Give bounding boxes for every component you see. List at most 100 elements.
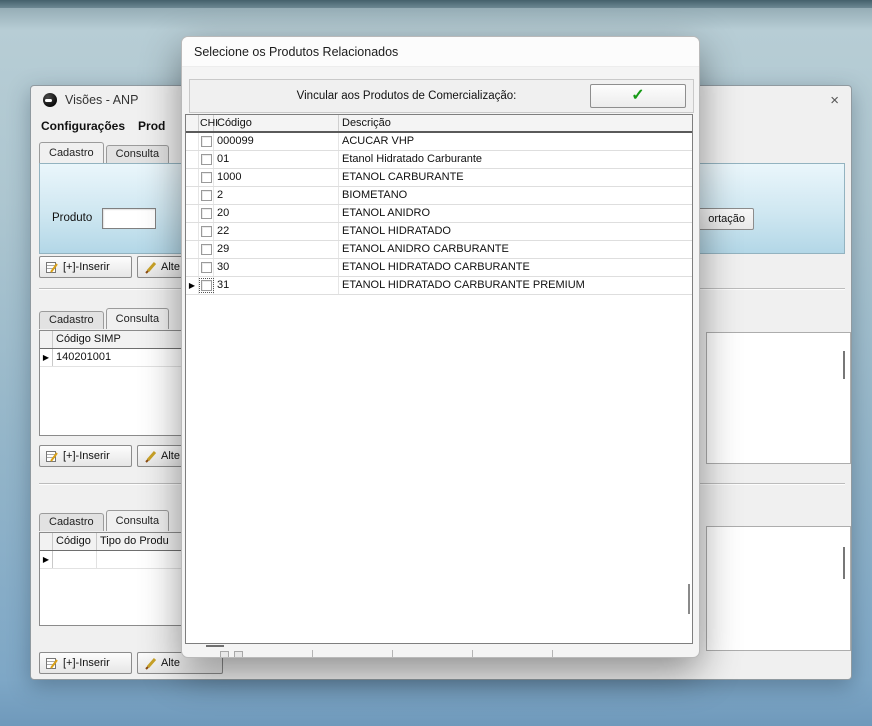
checkbox[interactable] (200, 226, 212, 237)
row-selector-header (40, 331, 53, 348)
alter-button-label: Alte (161, 657, 180, 669)
tabset-tipo-produto: Cadastro Consulta (39, 510, 171, 531)
product-row[interactable]: 01 Etanol Hidratado Carburante (186, 151, 692, 169)
grid-header: CHI Código Descrição (186, 115, 692, 133)
checkbox[interactable] (200, 154, 212, 165)
pencil-icon (145, 450, 157, 463)
codigo-cell: 2 (214, 187, 339, 204)
scrollbar-thumb[interactable] (843, 547, 845, 579)
column-header-codigo: Código (214, 115, 339, 131)
codigo-cell: 01 (214, 151, 339, 168)
codigo-cell: 30 (214, 259, 339, 276)
row-selector (186, 241, 199, 258)
checkbox-cell (199, 205, 214, 222)
dialog-title: Selecione os Produtos Relacionados (182, 37, 699, 67)
confirm-button[interactable]: ✓ (590, 84, 686, 108)
product-row[interactable]: 31 ETANOL HIDRATADO CARBURANTE PREMIUM (186, 277, 692, 295)
insert-button[interactable]: [+]-Inserir (39, 256, 132, 278)
insert-button-label: [+]-Inserir (63, 261, 110, 273)
insert-button[interactable]: [+]-Inserir (39, 445, 132, 467)
close-icon[interactable]: × (830, 93, 839, 108)
tab[interactable]: Cadastro (39, 142, 104, 163)
dialog-toolbar: Vincular aos Produtos de Comercialização… (189, 79, 694, 113)
pencil-icon (145, 657, 157, 670)
checkbox-cell (199, 241, 214, 258)
checkbox-cell (199, 259, 214, 276)
checkbox-cell (199, 151, 214, 168)
codigo-cell: 1000 (214, 169, 339, 186)
product-row[interactable]: 22 ETANOL HIDRATADO (186, 223, 692, 241)
product-row[interactable]: 000099 ACUCAR VHP (186, 133, 692, 151)
checkbox[interactable] (200, 208, 212, 219)
checkbox-cell (199, 187, 214, 204)
descricao-cell: ETANOL HIDRATADO CARBURANTE (342, 261, 530, 273)
product-row[interactable]: 20 ETANOL ANIDRO (186, 205, 692, 223)
descricao-cell: ETANOL ANIDRO (342, 207, 431, 219)
tab[interactable]: Consulta (105, 145, 170, 163)
main-tab[interactable]: Configurações (41, 119, 125, 133)
related-products-dialog: Selecione os Produtos Relacionados Vincu… (181, 36, 700, 658)
current-row-marker-icon (43, 556, 49, 564)
clipped-button-icon (234, 651, 243, 657)
row-selector (186, 205, 199, 222)
descricao-cell: ETANOL ANIDRO CARBURANTE (342, 243, 509, 255)
row-selector (186, 133, 199, 150)
checkbox-cell (199, 223, 214, 240)
row-selector (186, 277, 199, 294)
row-selector (186, 169, 199, 186)
alter-button-label: Alte (161, 450, 180, 462)
produto-label: Produto (52, 212, 93, 224)
codigo-cell: 29 (214, 241, 339, 258)
checkbox-cell (198, 277, 214, 294)
main-tab[interactable]: Prod (138, 119, 165, 133)
insert-button-label: [+]-Inserir (63, 450, 110, 462)
row-selector (40, 551, 53, 568)
descricao-cell: ETANOL HIDRATADO (342, 225, 451, 237)
checkbox[interactable] (200, 244, 212, 255)
vertical-scrollbar-thumb[interactable] (688, 584, 690, 614)
horizontal-scrollbar-thumb[interactable] (206, 645, 224, 647)
product-row[interactable]: 1000 ETANOL CARBURANTE (186, 169, 692, 187)
tabset-produto: Cadastro Consulta (39, 142, 171, 163)
toolbar-separator (392, 650, 393, 657)
checkbox[interactable] (198, 278, 214, 293)
column-header: Código (53, 533, 97, 550)
checkbox[interactable] (200, 262, 212, 273)
insert-icon (46, 261, 58, 273)
row-selector (40, 349, 53, 366)
clipped-button-icon (220, 651, 229, 657)
clipped-bottom-toolbar (182, 648, 699, 657)
insert-icon (46, 450, 58, 462)
row-selector-header (40, 533, 53, 550)
checkbox[interactable] (200, 190, 212, 201)
toolbar-separator (472, 650, 473, 657)
alter-button-label: Alte (161, 261, 180, 273)
insert-icon (46, 657, 58, 669)
tab[interactable]: Cadastro (39, 311, 104, 329)
product-row[interactable]: 2 BIOMETANO (186, 187, 692, 205)
codigo-cell: 20 (214, 205, 339, 222)
row-selector (186, 151, 199, 168)
row-selector (186, 187, 199, 204)
descricao-cell: ACUCAR VHP (342, 135, 415, 147)
tab[interactable]: Consulta (105, 510, 170, 531)
insert-button[interactable]: [+]-Inserir (39, 652, 132, 674)
checkbox[interactable] (200, 136, 212, 147)
tab[interactable]: Consulta (105, 308, 170, 329)
column-header-descricao: Descrição (342, 117, 391, 129)
current-row-marker-icon (189, 282, 195, 290)
tabset-simp: Cadastro Consulta (39, 308, 171, 329)
tab[interactable]: Cadastro (39, 513, 104, 531)
checkbox-cell (199, 133, 214, 150)
produto-input[interactable] (102, 208, 156, 229)
descricao-cell: ETANOL HIDRATADO CARBURANTE PREMIUM (342, 279, 585, 291)
scrollbar-thumb[interactable] (843, 351, 845, 379)
insert-button-label: [+]-Inserir (63, 657, 110, 669)
column-header-chk: CHI (200, 115, 219, 131)
checkbox[interactable] (200, 172, 212, 183)
pencil-icon (145, 261, 157, 274)
descricao-cell: BIOMETANO (342, 189, 408, 201)
product-row[interactable]: 29 ETANOL ANIDRO CARBURANTE (186, 241, 692, 259)
app-logo-icon (43, 93, 57, 107)
product-row[interactable]: 30 ETANOL HIDRATADO CARBURANTE (186, 259, 692, 277)
